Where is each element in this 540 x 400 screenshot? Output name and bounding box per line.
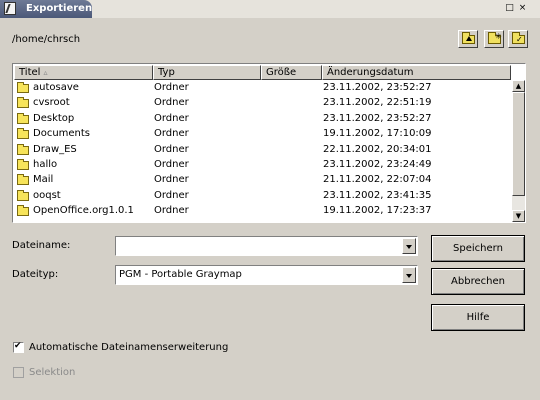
file-type: Ordner bbox=[154, 174, 189, 186]
file-list-rows: autosave Ordner 23.11.2002, 23:52:27 cvsroo… bbox=[14, 81, 511, 222]
filetype-combobox[interactable]: PGM - Portable Graymap bbox=[115, 265, 418, 285]
default-folder-button[interactable]: ✓ bbox=[508, 30, 528, 48]
folder-icon bbox=[17, 128, 29, 140]
file-name: autosave bbox=[33, 82, 79, 93]
file-type: Ordner bbox=[154, 82, 189, 93]
new-folder-icon: ✳ bbox=[488, 32, 502, 44]
filetype-dropdown-button[interactable] bbox=[402, 267, 416, 283]
file-modified: 21.11.2002, 22:07:04 bbox=[323, 174, 432, 186]
file-modified: 23.11.2002, 23:52:27 bbox=[323, 82, 432, 93]
default-folder-icon: ✓ bbox=[512, 32, 525, 44]
sort-ascending-icon: ▵ bbox=[43, 68, 48, 77]
help-button[interactable]: Hilfe bbox=[431, 304, 525, 331]
filename-dropdown-button[interactable] bbox=[402, 238, 416, 254]
file-type: Ordner bbox=[154, 143, 189, 155]
cancel-button[interactable]: Abbrechen bbox=[431, 268, 525, 295]
folder-icon bbox=[17, 189, 29, 201]
folder-up-icon bbox=[462, 32, 475, 44]
file-modified: 19.11.2002, 17:10:09 bbox=[323, 128, 432, 140]
folder-icon bbox=[17, 159, 29, 170]
folder-icon bbox=[17, 143, 29, 155]
file-type: Ordner bbox=[154, 159, 189, 170]
filetype-value: PGM - Portable Graymap bbox=[119, 269, 242, 280]
column-header-size[interactable]: Größe bbox=[261, 65, 322, 80]
file-name: Draw_ES bbox=[33, 143, 77, 155]
scrollbar-thumb[interactable] bbox=[512, 92, 525, 196]
table-row[interactable]: Desktop Ordner 23.11.2002, 23:52:27 bbox=[14, 112, 511, 127]
current-path: /home/chrsch bbox=[12, 34, 81, 45]
column-header-type[interactable]: Typ bbox=[153, 65, 261, 80]
table-row[interactable]: Draw_ES Ordner 22.11.2002, 20:34:01 bbox=[14, 143, 511, 158]
scroll-down-button[interactable]: ▼ bbox=[512, 210, 525, 222]
save-button[interactable]: Speichern bbox=[431, 235, 525, 262]
file-modified: 23.11.2002, 23:52:27 bbox=[323, 112, 432, 124]
file-name: hallo bbox=[33, 159, 58, 170]
selection-checkbox[interactable] bbox=[13, 367, 24, 378]
filename-combobox[interactable] bbox=[115, 236, 418, 256]
file-name: Desktop bbox=[33, 112, 75, 124]
filetype-label: Dateityp: bbox=[12, 269, 59, 280]
folder-icon bbox=[17, 82, 29, 93]
vertical-scrollbar[interactable]: ▲ ▼ bbox=[512, 80, 525, 222]
filename-label: Dateiname: bbox=[12, 240, 71, 251]
app-icon bbox=[4, 2, 16, 15]
selection-label: Selektion bbox=[29, 367, 76, 378]
file-type: Ordner bbox=[154, 189, 189, 201]
file-type: Ordner bbox=[154, 128, 189, 140]
table-row[interactable]: cvsroot Ordner 23.11.2002, 22:51:19 bbox=[14, 96, 511, 111]
window-title: Exportieren bbox=[26, 3, 93, 14]
file-modified: 19.11.2002, 17:23:37 bbox=[323, 205, 432, 217]
maximize-button[interactable]: □ bbox=[503, 3, 516, 15]
file-modified: 23.11.2002, 23:24:49 bbox=[323, 159, 432, 170]
new-folder-button[interactable]: ✳ bbox=[484, 30, 504, 48]
file-name: Mail bbox=[33, 174, 54, 186]
auto-extension-label: Automatische Dateinamenserweiterung bbox=[29, 342, 229, 353]
file-list[interactable]: Titel ▵ Typ Größe Änderungsdatum autosave… bbox=[12, 63, 526, 223]
table-row[interactable]: Documents Ordner 19.11.2002, 17:10:09 bbox=[14, 127, 511, 142]
table-row[interactable]: autosave Ordner 23.11.2002, 23:52:27 bbox=[14, 81, 511, 96]
table-row[interactable]: OpenOffice.org1.0.1 Ordner 19.11.2002, 17:… bbox=[14, 204, 511, 219]
table-row[interactable]: ooqst Ordner 23.11.2002, 23:41:35 bbox=[14, 189, 511, 204]
file-modified: 23.11.2002, 22:51:19 bbox=[323, 97, 432, 109]
scroll-up-button[interactable]: ▲ bbox=[512, 80, 525, 92]
file-name: Documents bbox=[33, 128, 91, 140]
auto-extension-checkbox[interactable] bbox=[13, 341, 24, 353]
table-row[interactable]: Mail Ordner 21.11.2002, 22:07:04 bbox=[14, 173, 511, 188]
file-name: OpenOffice.org1.0.1 bbox=[33, 205, 134, 217]
folder-icon bbox=[17, 174, 29, 186]
column-header-modified[interactable]: Änderungsdatum bbox=[322, 65, 511, 80]
title-bar[interactable]: Exportieren □ × bbox=[0, 0, 540, 18]
file-type: Ordner bbox=[154, 112, 189, 124]
file-modified: 22.11.2002, 20:34:01 bbox=[323, 143, 432, 155]
folder-up-button[interactable] bbox=[458, 30, 478, 48]
file-name: cvsroot bbox=[33, 97, 70, 109]
folder-icon bbox=[17, 112, 29, 124]
folder-icon bbox=[17, 205, 29, 217]
file-modified: 23.11.2002, 23:41:35 bbox=[323, 189, 432, 201]
file-type: Ordner bbox=[154, 205, 189, 217]
table-row[interactable]: hallo Ordner 23.11.2002, 23:24:49 bbox=[14, 158, 511, 173]
folder-icon bbox=[17, 97, 29, 109]
file-name: ooqst bbox=[33, 189, 61, 201]
column-header-title[interactable]: Titel ▵ bbox=[14, 65, 153, 80]
file-list-header: Titel ▵ Typ Größe Änderungsdatum bbox=[14, 65, 511, 80]
close-button[interactable]: × bbox=[516, 3, 529, 15]
column-header-label: Titel bbox=[19, 67, 41, 78]
file-type: Ordner bbox=[154, 97, 189, 109]
